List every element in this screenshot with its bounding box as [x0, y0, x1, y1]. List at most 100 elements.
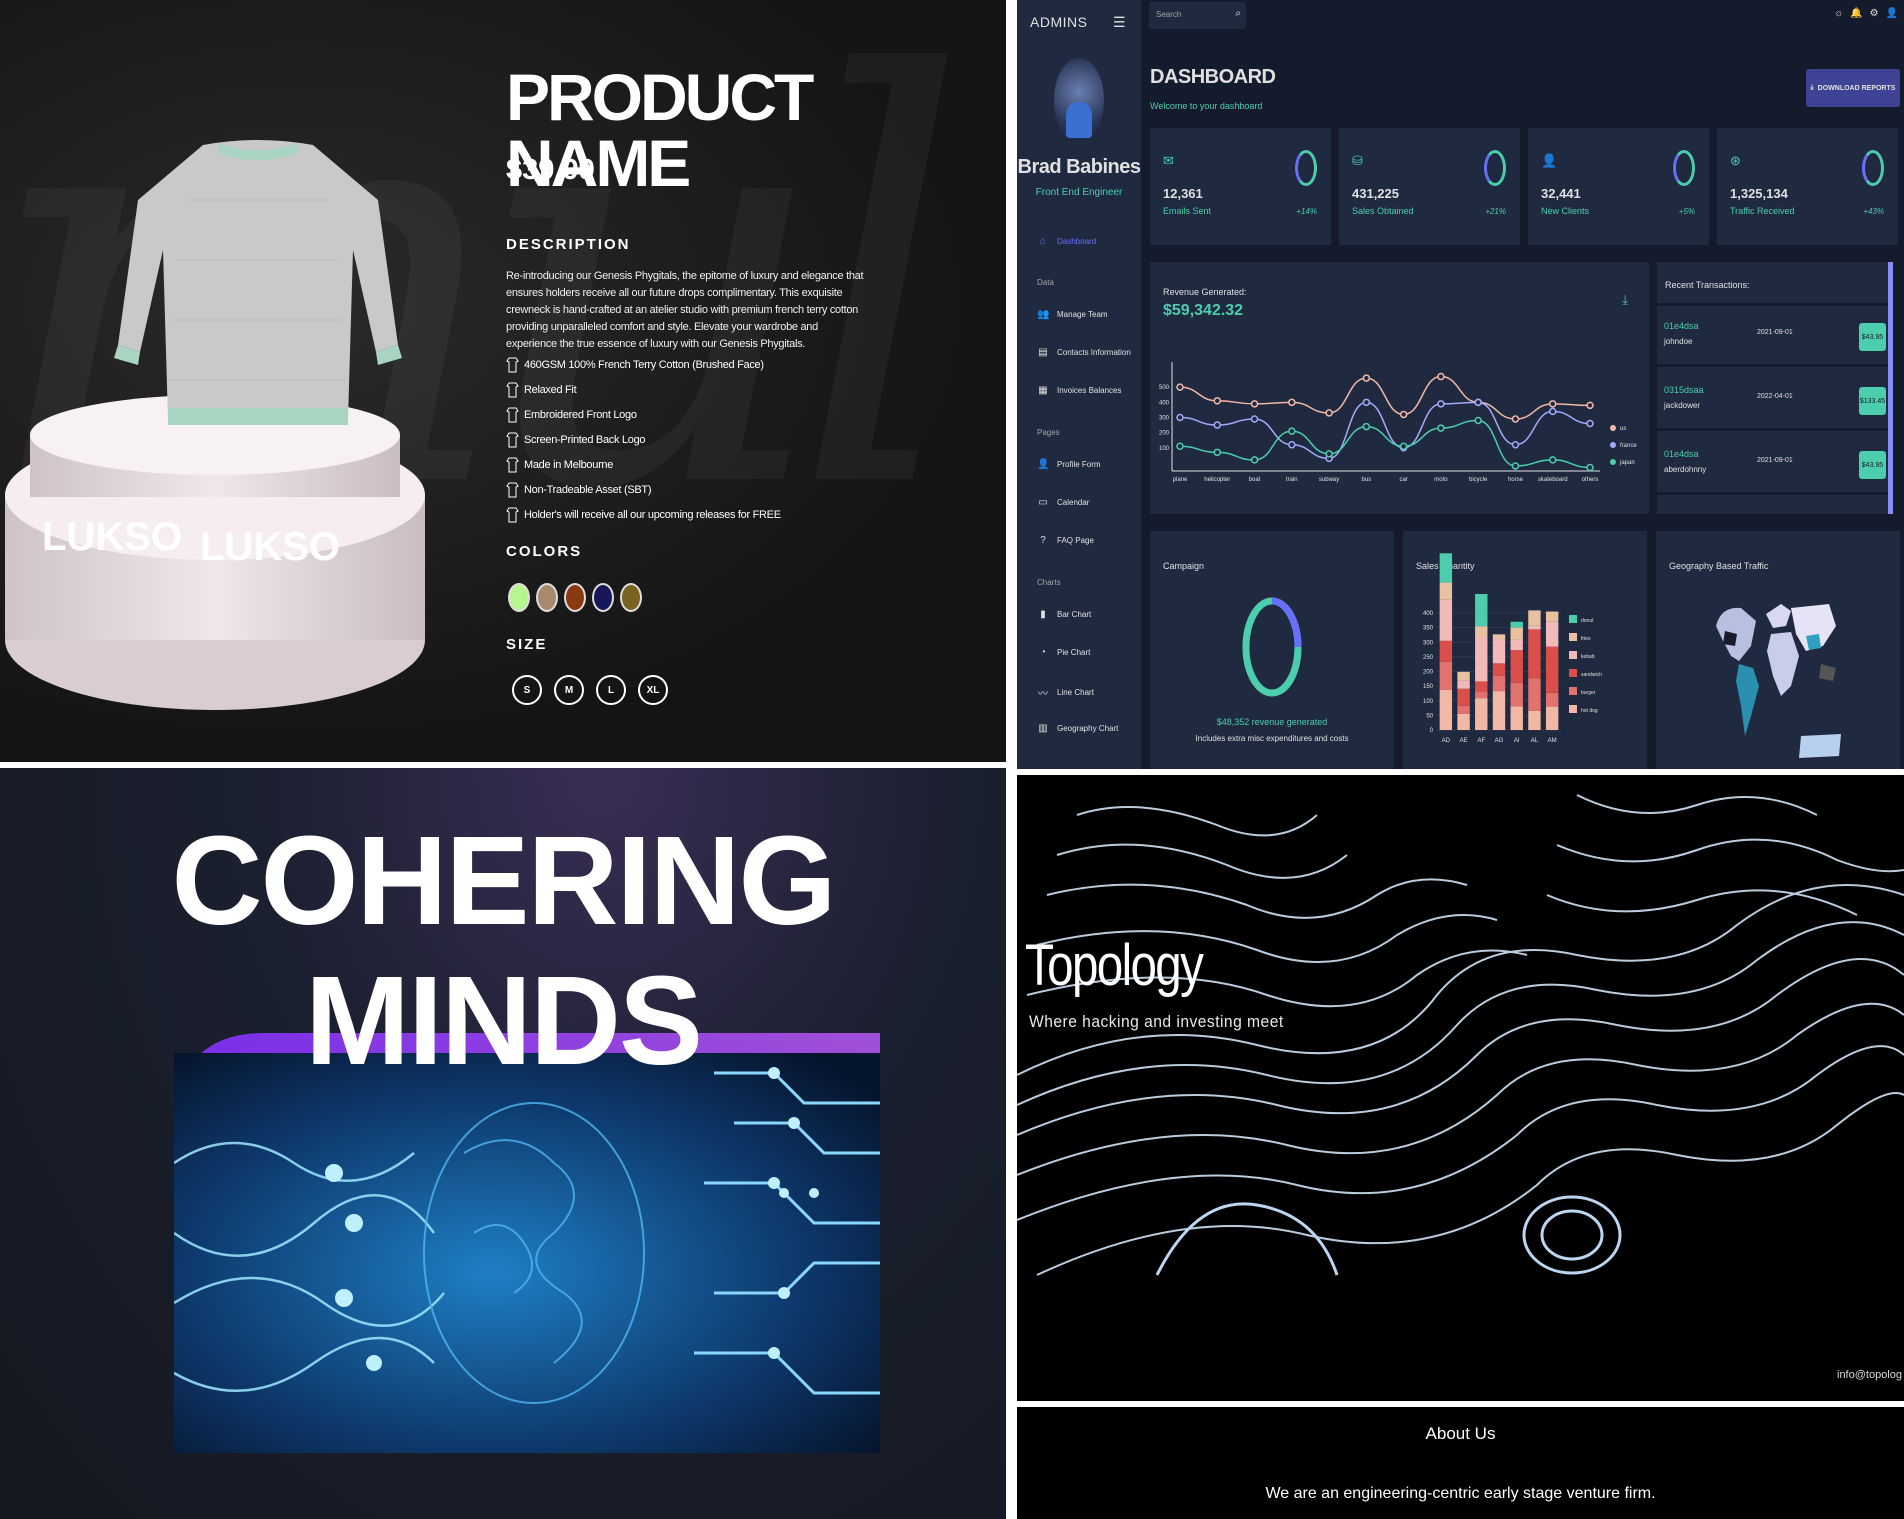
sidebar-item-calendar[interactable]: ▭ Calendar	[1037, 497, 1089, 508]
user-role: Front End Engineer	[1035, 187, 1123, 198]
feature-item: Embroidered Front Logo	[506, 402, 781, 427]
about-text: We are an engineering-centric early stag…	[1265, 1485, 1656, 1502]
product-price: $39.99	[506, 154, 595, 186]
data-point	[1586, 419, 1594, 428]
sidebar-item-faq[interactable]: ? FAQ Page	[1037, 535, 1094, 546]
x-tick-label: bicycle	[1469, 477, 1488, 483]
bar-segment-fries	[1457, 671, 1470, 681]
bar-segment-burger	[1545, 692, 1559, 707]
bar-segment-sandwich	[1545, 646, 1559, 693]
color-swatch[interactable]	[620, 583, 642, 612]
gear-icon[interactable]: ⚙	[1870, 8, 1879, 19]
legend-label: donut	[1581, 618, 1594, 624]
color-swatch[interactable]	[508, 583, 530, 612]
bar-segment-burger	[1510, 682, 1523, 707]
bar-segment-donut	[1510, 621, 1523, 628]
line-chart-icon: 〰	[1038, 689, 1048, 700]
sidebar-item-invoices[interactable]: ▦ Invoices Balances	[1037, 385, 1121, 396]
search-icon[interactable]: ⌕	[1235, 8, 1241, 19]
data-point	[1176, 413, 1184, 422]
bar-segment-hot-dog	[1457, 713, 1470, 730]
stat-value: 12,361	[1163, 186, 1203, 201]
data-point	[1511, 441, 1520, 449]
x-tick-label: bus	[1362, 477, 1372, 483]
email-icon: ✉	[1163, 153, 1174, 168]
legend-marker	[1610, 425, 1616, 431]
dashboard-panel: ADMINS ☰ Brad Babines Front End Engineer…	[1017, 0, 1904, 769]
home-icon: ⌂	[1039, 236, 1047, 247]
sidebar-item-bar-chart[interactable]: ▮ Bar Chart	[1037, 609, 1091, 620]
legend-label: kebab	[1581, 654, 1595, 660]
y-tick-label: 100	[1423, 699, 1434, 705]
data-point	[1548, 456, 1557, 464]
legend-marker	[1569, 615, 1577, 623]
bar-segment-fries	[1545, 611, 1559, 622]
y-tick-label: 250	[1423, 655, 1434, 661]
cohering-minds-panel: COHERING MINDS	[0, 768, 1006, 1519]
stat-card-traffic: ⊛ 1,325,134 Traffic Received +43%	[1717, 128, 1898, 245]
about-heading: About Us	[1425, 1424, 1496, 1443]
size-option-s[interactable]: S	[512, 675, 542, 705]
sidebar-item-dashboard[interactable]: ⌂ Dashboard	[1037, 236, 1096, 247]
size-option-xl[interactable]: XL	[638, 675, 668, 705]
bar-segment-fries	[1492, 634, 1506, 640]
series-line-us	[1179, 375, 1591, 420]
shirt-icon	[506, 407, 519, 423]
sidebar-brand: ADMINS	[1030, 14, 1088, 30]
hero-title-line-1: COHERING	[171, 810, 836, 951]
stat-value: 1,325,134	[1730, 186, 1788, 201]
size-option-l[interactable]: L	[596, 675, 626, 705]
bar-segment-fries	[1475, 626, 1488, 637]
x-tick-label: AI	[1514, 738, 1520, 744]
data-point	[1250, 400, 1259, 408]
legend-marker	[1569, 669, 1577, 677]
color-swatch[interactable]	[592, 583, 614, 612]
menu-icon[interactable]: ☰	[1113, 14, 1126, 31]
feature-item: Holder's will receive all our upcoming r…	[506, 502, 781, 527]
sidebar-item-profile[interactable]: 👤 Profile Form	[1037, 459, 1101, 470]
sales-quantity-card: Sales Quantity 0 50 100 150 200 250 300 350 400 A…	[1403, 531, 1647, 769]
download-reports-button[interactable]: ⤓ DOWNLOAD REPORTS	[1806, 69, 1900, 107]
shirt-icon	[506, 482, 519, 498]
data-point	[1399, 442, 1408, 451]
transaction-row: 01e4dsa aberdohnny 2021-09-01 $43.95	[1657, 437, 1893, 495]
data-point	[1474, 398, 1482, 407]
notification-icon[interactable]: 🔔	[1850, 8, 1862, 19]
traffic-icon: ⊛	[1730, 153, 1741, 168]
scrollbar[interactable]	[1888, 262, 1893, 514]
page-title: DASHBOARD	[1150, 66, 1276, 88]
bar-chart-icon: ▮	[1040, 609, 1046, 620]
y-tick-label: 0	[1430, 728, 1434, 734]
feature-item: Made in Melbourne	[506, 452, 781, 477]
world-map	[1716, 604, 1841, 758]
revenue-chart-card: Revenue Generated: $59,342.32 ⤓ 100 200 30…	[1150, 262, 1649, 514]
x-tick-label: AG	[1495, 738, 1504, 744]
sidebar-item-manage-team[interactable]: 👥 Manage Team	[1037, 309, 1108, 320]
product-panel: mul LUKSO LUKSO PRODUCT NAME $39.99 DESC…	[0, 0, 1006, 762]
contact-email-link[interactable]: info@topolog	[1837, 1369, 1902, 1381]
x-tick-label: AM	[1548, 738, 1557, 744]
x-tick-label: train	[1286, 477, 1298, 483]
data-point	[1437, 372, 1445, 381]
pie-chart-icon: ◔	[1039, 647, 1047, 658]
y-tick-label: 300	[1423, 640, 1434, 646]
sidebar-item-pie-chart[interactable]: ◔ Pie Chart	[1037, 647, 1090, 658]
size-option-m[interactable]: M	[554, 675, 584, 705]
sidebar-item-contacts[interactable]: ▤ Contacts Information	[1037, 347, 1131, 358]
cost-badge: $43.95	[1859, 451, 1886, 479]
people-icon: 👥	[1037, 309, 1050, 320]
sidebar-item-line-chart[interactable]: 〰 Line Chart	[1037, 685, 1094, 700]
sales-bar-chart: 0 50 100 150 200 250 300 350 400 AD AE AF AG AI AL AM do…	[1423, 553, 1602, 744]
theme-icon[interactable]: ☼	[1834, 8, 1843, 19]
color-swatch[interactable]	[536, 583, 558, 612]
color-swatch[interactable]	[564, 583, 586, 612]
data-point	[1362, 374, 1371, 382]
legend-label: japan	[1619, 460, 1635, 466]
legend-marker	[1610, 442, 1616, 448]
user-icon[interactable]: 👤	[1886, 8, 1898, 19]
feature-item: Screen-Printed Back Logo	[506, 427, 781, 452]
search-input[interactable]: Search ⌕	[1149, 2, 1246, 29]
legend-marker	[1610, 459, 1616, 465]
stat-label: Emails Sent	[1163, 206, 1212, 216]
sidebar-item-geography-chart[interactable]: ▥ Geography Chart	[1037, 723, 1118, 734]
